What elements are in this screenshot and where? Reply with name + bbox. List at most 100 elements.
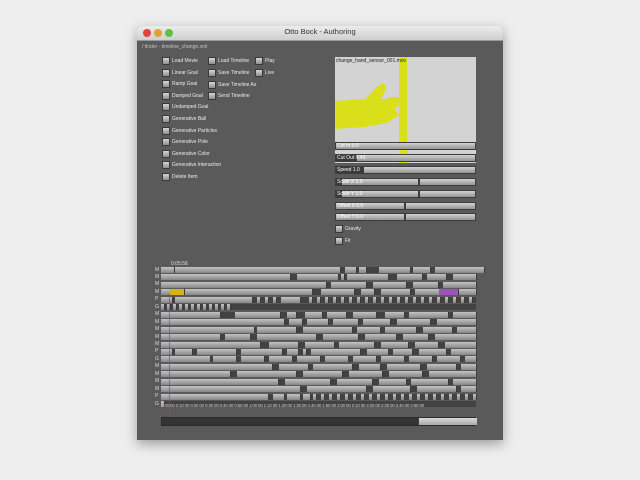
timeline-clip[interactable] (227, 304, 231, 311)
timeline-clip[interactable] (273, 393, 285, 400)
timeline-clip[interactable] (281, 296, 301, 303)
timeline-clip[interactable] (257, 334, 317, 341)
load-timeline-checkbox[interactable] (208, 57, 216, 65)
timeline-clip[interactable] (393, 348, 413, 355)
timeline-clip[interactable] (317, 296, 321, 303)
timeline-clip[interactable] (307, 386, 367, 393)
timeline-clip[interactable] (445, 341, 477, 348)
timeline-clip[interactable] (389, 371, 423, 378)
timeline-clip[interactable] (445, 296, 449, 303)
timeline-clip[interactable] (349, 296, 353, 303)
timeline-clip[interactable] (453, 274, 477, 281)
timeline-clip[interactable] (457, 326, 477, 333)
timeline-clip[interactable] (287, 311, 297, 318)
timeline-clip[interactable] (323, 334, 359, 341)
timeline-clip[interactable] (437, 296, 441, 303)
timeline-clip[interactable] (325, 356, 349, 363)
timeline-clip[interactable] (331, 281, 367, 288)
timeline-clip[interactable] (349, 371, 383, 378)
timeline-clip[interactable] (337, 378, 373, 385)
timeline-clip[interactable] (373, 281, 407, 288)
timeline-clip[interactable] (305, 341, 335, 348)
timeline-track[interactable] (161, 334, 477, 341)
timeline-track[interactable] (161, 326, 477, 333)
timeline-clip[interactable] (161, 371, 231, 378)
timeline-track[interactable] (161, 356, 477, 363)
timeline-clip[interactable] (311, 348, 361, 355)
timeline-clip[interactable] (457, 393, 461, 400)
timeline-clip[interactable] (203, 304, 207, 311)
timeline-clip[interactable] (365, 296, 369, 303)
timeline-clip[interactable] (161, 393, 269, 400)
timeline-clip[interactable] (453, 296, 457, 303)
timeline-scrollbar[interactable] (161, 417, 477, 426)
timeline-clip[interactable] (389, 296, 393, 303)
timeline-clip[interactable] (419, 348, 447, 355)
timeline-clip[interactable] (401, 393, 405, 400)
timeline-clip[interactable] (429, 296, 433, 303)
timeline-track[interactable] (161, 386, 477, 393)
timeline-clip[interactable] (161, 311, 221, 318)
timeline-clip[interactable] (179, 304, 183, 311)
timeline-clip[interactable] (235, 311, 281, 318)
timeline-clip[interactable] (409, 311, 449, 318)
timeline-clip[interactable] (225, 334, 251, 341)
timeline-clip[interactable] (435, 334, 477, 341)
timeline-clip[interactable] (161, 296, 173, 303)
timeline-clip[interactable] (461, 386, 477, 393)
timeline-clip[interactable] (341, 274, 345, 281)
timeline-track[interactable] (161, 363, 477, 370)
timeline-clip[interactable] (303, 348, 307, 355)
ramp-goal-checkbox[interactable] (162, 80, 170, 89)
timeline-clip[interactable] (387, 363, 421, 370)
timeline-clip[interactable] (403, 334, 429, 341)
timeline-clip[interactable] (449, 393, 453, 400)
timeline-clip[interactable] (287, 348, 299, 355)
timeline-clip[interactable] (273, 296, 277, 303)
timeline-clip[interactable] (453, 378, 477, 385)
timeline-clip[interactable] (413, 296, 417, 303)
timeline-clip[interactable] (297, 356, 321, 363)
damped-goal-checkbox[interactable] (162, 91, 170, 100)
timeline-track[interactable] (161, 289, 477, 296)
timeline-clip[interactable] (161, 326, 255, 333)
timeline-clip[interactable] (437, 356, 461, 363)
undamped-goal-checkbox[interactable] (162, 103, 170, 112)
timeline-clip[interactable] (161, 334, 221, 341)
timeline-clip[interactable] (325, 296, 329, 303)
timeline-clip[interactable] (415, 289, 441, 296)
timeline-clip[interactable] (321, 393, 325, 400)
scroll-thumb[interactable] (419, 418, 477, 425)
generative-color-checkbox[interactable] (162, 149, 170, 158)
offset-x-0-0-slider[interactable]: Offset X 0.0 (335, 201, 405, 210)
timeline-clip[interactable] (241, 356, 265, 363)
timeline-clip[interactable] (421, 296, 425, 303)
timeline-clip[interactable] (175, 348, 193, 355)
timeline-track[interactable] (161, 304, 476, 311)
timeline-clip[interactable] (185, 304, 189, 311)
timeline-clip[interactable] (307, 319, 329, 326)
timeline-clip[interactable] (423, 326, 453, 333)
timeline-clip[interactable] (241, 348, 283, 355)
gravity-checkbox[interactable] (335, 225, 343, 233)
generative-ball-checkbox[interactable] (162, 115, 170, 123)
timeline-clip[interactable] (341, 296, 345, 303)
timeline-track[interactable] (161, 341, 477, 348)
timeline-clip[interactable] (381, 296, 385, 303)
timeline-clip[interactable] (353, 393, 357, 400)
timeline-track[interactable] (161, 371, 477, 378)
timeline-clip[interactable] (309, 296, 313, 303)
offset-y-0-0-secondary-slider[interactable] (405, 213, 476, 222)
timeline-track[interactable] (161, 311, 477, 318)
timeline-clip[interactable] (313, 363, 353, 370)
load-movie-checkbox[interactable] (162, 57, 170, 65)
timeline-clip[interactable] (327, 311, 347, 318)
timeline-clip[interactable] (197, 304, 201, 311)
timeline-track[interactable] (161, 281, 477, 288)
speed-1-0-slider[interactable]: Speed 1.0 (335, 166, 476, 174)
generative-interaction-checkbox[interactable] (162, 161, 170, 170)
timeline-clip[interactable] (305, 311, 323, 318)
timeline-clip[interactable] (365, 334, 397, 341)
timeline-clip[interactable] (397, 296, 401, 303)
timeline-clip[interactable] (385, 326, 417, 333)
